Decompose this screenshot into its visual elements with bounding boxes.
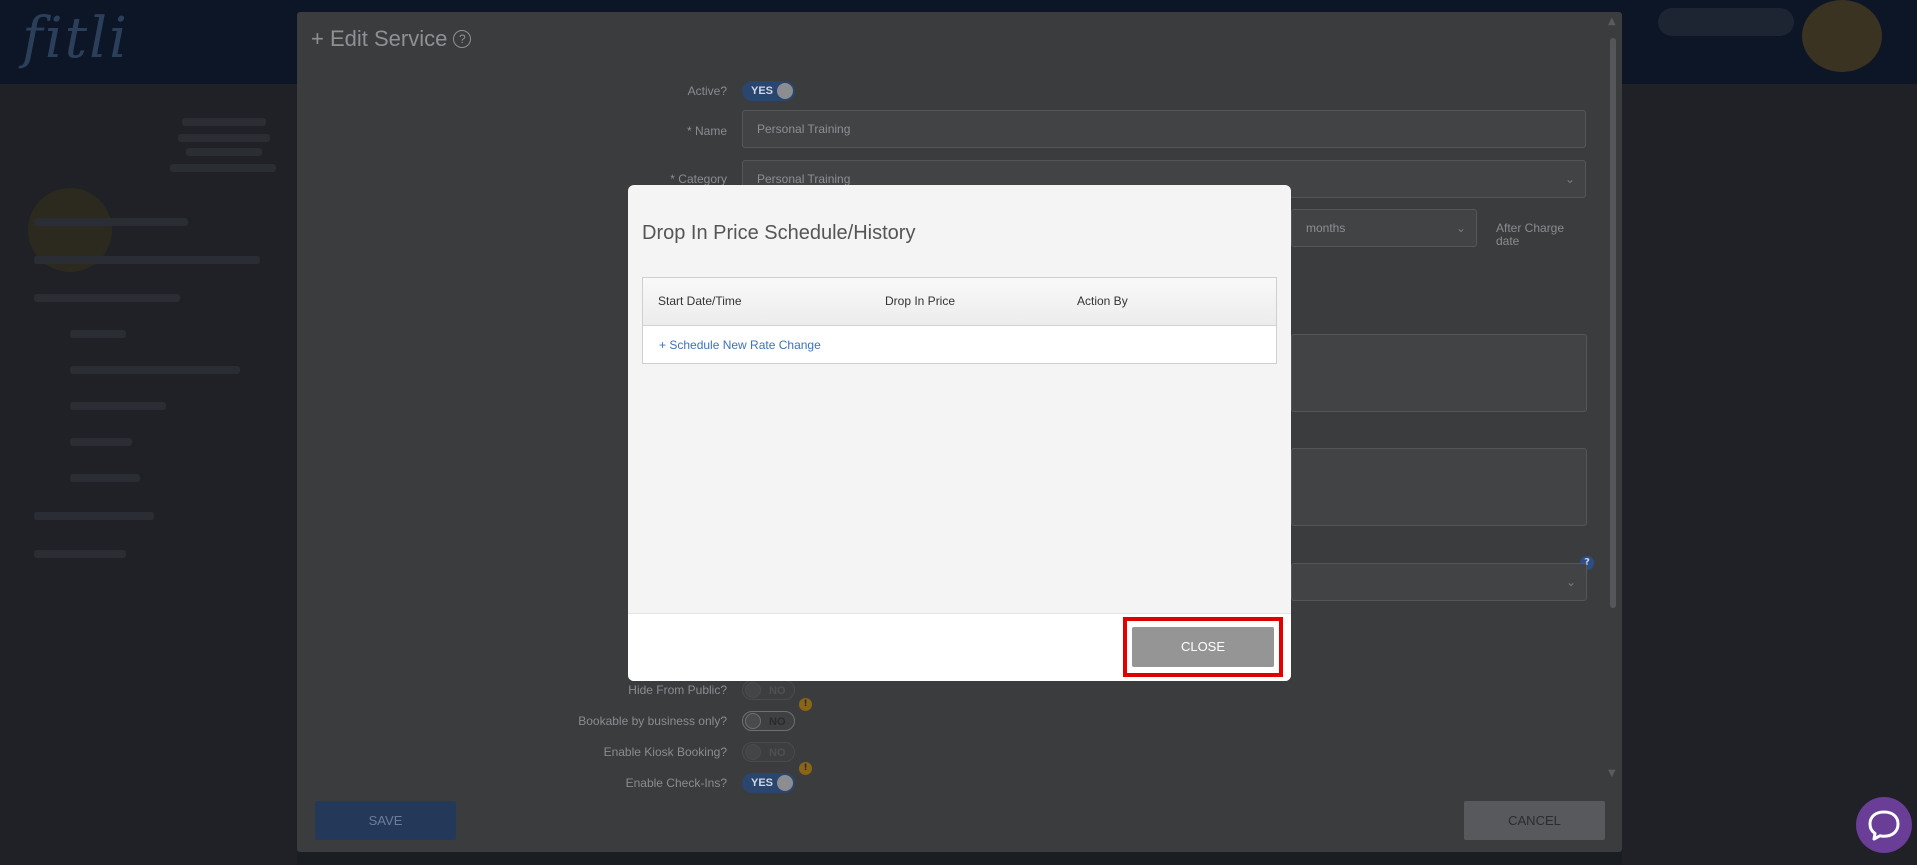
sidebar-text-line — [170, 164, 276, 172]
notes-textarea[interactable] — [1291, 448, 1587, 526]
period-select-value: months — [1306, 221, 1346, 235]
toggle-knob — [777, 775, 793, 791]
toggle-knob — [745, 713, 761, 729]
hide-public-toggle-text: NO — [769, 685, 786, 697]
sidebar-text-line — [34, 512, 154, 520]
modal-title: Drop In Price Schedule/History — [642, 222, 916, 244]
sidebar-text-line — [70, 402, 166, 410]
close-button-highlight — [1123, 617, 1283, 677]
chevron-down-icon: ⌄ — [1564, 172, 1575, 186]
column-action-by: Action By — [1077, 294, 1128, 308]
save-button[interactable]: SAVE — [315, 801, 456, 840]
sidebar-dimmed — [0, 84, 297, 865]
after-charge-label: After Charge date — [1496, 221, 1565, 248]
description-textarea[interactable] — [1291, 334, 1587, 412]
sidebar-text-line — [186, 148, 262, 156]
active-toggle-text: YES — [751, 85, 774, 97]
toggle-knob — [745, 744, 761, 760]
active-label: Active? — [687, 84, 727, 98]
info-icon[interactable]: ! — [799, 698, 812, 711]
panel-scrollbar[interactable]: ▲ ▼ — [1607, 16, 1619, 786]
sidebar-text-line — [34, 550, 126, 558]
chat-widget[interactable] — [1856, 797, 1912, 853]
category-label: * Category — [670, 172, 727, 186]
price-schedule-table: Start Date/Time Drop In Price Action By … — [642, 277, 1277, 364]
name-label: * Name — [686, 124, 727, 138]
checkins-label: Enable Check-Ins? — [625, 776, 727, 790]
active-toggle[interactable]: YES — [742, 81, 795, 101]
hide-public-toggle[interactable]: NO — [742, 680, 795, 700]
column-start-date: Start Date/Time — [658, 294, 742, 308]
toggle-knob — [745, 682, 761, 698]
sidebar-text-line — [70, 438, 132, 446]
kiosk-toggle-text: NO — [769, 747, 786, 759]
sidebar-text-line — [34, 218, 188, 226]
chevron-down-icon: ⌄ — [1565, 575, 1576, 589]
top-search-pill[interactable] — [1658, 8, 1794, 36]
scroll-thumb[interactable] — [1610, 38, 1616, 608]
scroll-down-icon[interactable]: ▼ — [1608, 768, 1616, 779]
kiosk-toggle[interactable]: NO — [742, 742, 795, 762]
category-select-value: Personal Training — [757, 172, 851, 186]
page-title: + Edit Service? — [311, 26, 472, 52]
page-title-text: + Edit Service — [311, 26, 448, 51]
sidebar-text-line — [34, 256, 260, 264]
bookable-toggle[interactable]: NO — [742, 711, 795, 731]
option-select[interactable]: ⌄ — [1291, 563, 1587, 601]
sidebar-text-line — [182, 118, 266, 126]
kiosk-label: Enable Kiosk Booking? — [603, 745, 727, 759]
toggle-knob — [777, 83, 793, 99]
period-select[interactable]: months ⌄ — [1291, 209, 1477, 247]
name-input[interactable]: Personal Training — [742, 110, 1586, 148]
help-icon[interactable]: ? — [453, 30, 472, 48]
bookable-label: Bookable by business only? — [578, 714, 727, 728]
sidebar-text-line — [34, 294, 180, 302]
checkins-toggle-text: YES — [751, 777, 774, 789]
column-drop-in-price: Drop In Price — [885, 294, 956, 308]
checkins-toggle[interactable]: YES — [742, 773, 795, 793]
price-schedule-modal: Drop In Price Schedule/History Start Dat… — [628, 185, 1291, 681]
table-header: Start Date/Time Drop In Price Action By — [643, 278, 1276, 326]
sidebar-text-line — [70, 330, 126, 338]
cancel-button[interactable]: CANCEL — [1464, 801, 1605, 840]
schedule-new-rate-change-link[interactable]: + Schedule New Rate Change — [659, 338, 821, 352]
name-input-value: Personal Training — [757, 122, 851, 136]
chevron-down-icon: ⌄ — [1455, 221, 1466, 235]
sidebar-text-line — [70, 366, 240, 374]
scroll-up-icon[interactable]: ▲ — [1608, 16, 1616, 27]
info-icon[interactable]: ! — [799, 762, 812, 775]
sidebar-text-line — [178, 134, 270, 142]
hide-public-label: Hide From Public? — [628, 683, 727, 697]
app-logo: fitli — [22, 6, 129, 71]
chat-bubble-icon — [1868, 810, 1900, 841]
bookable-toggle-text: NO — [769, 716, 786, 728]
user-avatar[interactable] — [1802, 0, 1882, 72]
sidebar-text-line — [70, 474, 140, 482]
right-content-dimmed — [1622, 84, 1917, 865]
